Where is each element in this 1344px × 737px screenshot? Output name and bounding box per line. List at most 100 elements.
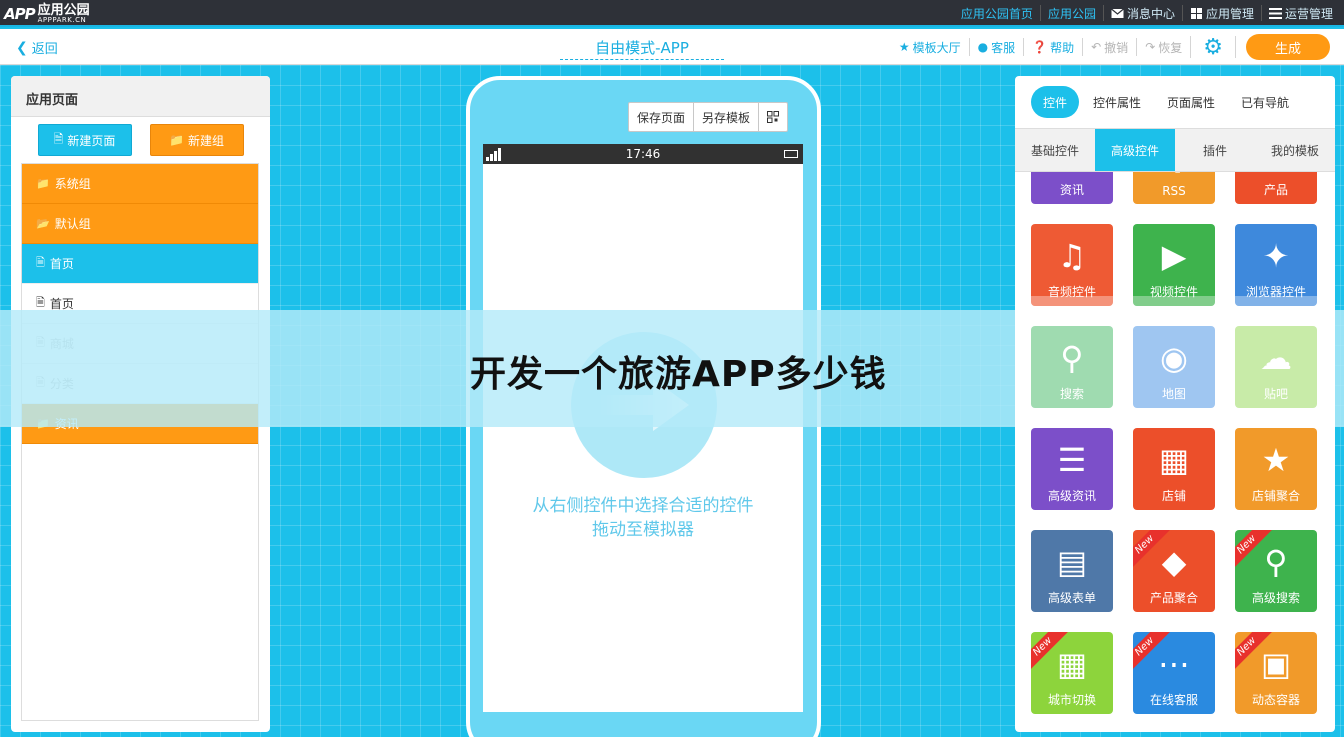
- control-tile[interactable]: ❬ RSS: [1133, 172, 1215, 204]
- undo-label: 撤销: [1104, 40, 1129, 55]
- control-tile[interactable]: ⚲ 搜索: [1031, 326, 1113, 408]
- banner-title: 开发一个旅游APP多少钱: [470, 354, 887, 395]
- subtab-plugins[interactable]: 插件: [1175, 129, 1255, 171]
- link-apppark[interactable]: 应用公园: [1039, 5, 1103, 21]
- file-icon: 🗎: [53, 131, 64, 146]
- control-tile[interactable]: ☰ 资讯: [1031, 172, 1113, 204]
- control-tile[interactable]: ✦ 浏览器控件: [1235, 224, 1317, 306]
- chevron-left-icon: ❮: [16, 39, 28, 56]
- link-operations[interactable]: 运营管理: [1260, 5, 1340, 21]
- control-tile[interactable]: ▦ 店铺: [1133, 428, 1215, 510]
- undo-icon: ↶: [1091, 40, 1102, 54]
- template-hall-button[interactable]: ★ 模板大厅: [891, 38, 969, 56]
- new-page-label: 新建页面: [67, 133, 116, 148]
- control-tile-label: 高级资讯: [1047, 489, 1096, 503]
- control-tile[interactable]: ⚲ 高级搜索 New: [1235, 530, 1317, 612]
- status-time: 17:46: [625, 147, 661, 161]
- folder-icon: 📁: [36, 177, 50, 190]
- map-pin-icon: ◉: [1160, 339, 1188, 377]
- tab-existing-navigation[interactable]: 已有导航: [1229, 86, 1301, 118]
- tab-controls[interactable]: 控件: [1031, 86, 1080, 118]
- link-app-manage[interactable]: 应用管理: [1181, 5, 1261, 21]
- save-template-button[interactable]: 另存模板: [693, 103, 758, 131]
- panel-title: 应用页面: [11, 76, 270, 117]
- control-tile-label: 在线客服: [1149, 693, 1198, 707]
- link-messages-label: 消息中心: [1126, 6, 1175, 21]
- control-tile[interactable]: ◉ 地图: [1133, 326, 1215, 408]
- control-tile-label: 店铺: [1161, 489, 1186, 503]
- control-tile[interactable]: ○ 产品: [1235, 172, 1317, 204]
- qr-code-icon[interactable]: [758, 103, 787, 131]
- star-icon: ★: [898, 40, 910, 54]
- redo-button[interactable]: ↷ 恢复: [1136, 38, 1190, 56]
- list-icon: [1268, 7, 1282, 19]
- folder-open-icon: 📂: [36, 217, 50, 230]
- controls-panel: 控件 控件属性 页面属性 已有导航 基础控件 高级控件 插件 我的模板 ☰ 资讯 ❬…: [1015, 76, 1335, 732]
- control-tile[interactable]: ☁ 贴吧: [1235, 326, 1317, 408]
- phone-screen[interactable]: 17:46 从右侧控件中选择合适的控件 拖动至模拟器: [483, 144, 803, 712]
- apps-grid-icon: [1190, 7, 1202, 19]
- hint-line-2: 拖动至模拟器: [592, 520, 694, 540]
- settings-gear-icon[interactable]: ⚙: [1190, 35, 1236, 60]
- control-tile-label: 资讯: [1059, 183, 1084, 197]
- control-tile-label: 产品: [1263, 183, 1288, 197]
- undo-button[interactable]: ↶ 撤销: [1082, 38, 1136, 56]
- generate-button[interactable]: 生成: [1246, 34, 1330, 60]
- subtab-advanced-controls[interactable]: 高级控件: [1095, 129, 1175, 171]
- user-icon: ●: [977, 40, 989, 54]
- subtab-my-templates[interactable]: 我的模板: [1255, 129, 1335, 171]
- control-tile[interactable]: ⋯ 在线客服 New: [1133, 632, 1215, 714]
- control-tile-label: 城市切换: [1047, 693, 1096, 707]
- new-group-button[interactable]: 📁 新建组: [149, 124, 244, 156]
- link-messages[interactable]: 消息中心: [1102, 5, 1182, 21]
- folder-icon: 📁: [169, 133, 184, 147]
- control-tile[interactable]: ▦ 城市切换 New: [1031, 632, 1113, 714]
- question-icon: ❓: [1032, 40, 1048, 54]
- control-tile[interactable]: ▤ 高级表单: [1031, 530, 1113, 612]
- help-label: 帮助: [1050, 40, 1075, 55]
- list-item-label: 系统组: [54, 177, 91, 191]
- store-icon: ▦: [1158, 441, 1190, 479]
- search-icon: ⚲: [1060, 339, 1084, 377]
- page-item-home-selected[interactable]: 🗎 首页: [22, 244, 258, 284]
- tile-shade: [1133, 296, 1215, 306]
- control-tile[interactable]: ♫ 音频控件: [1031, 224, 1113, 306]
- save-page-button[interactable]: 保存页面: [629, 103, 693, 131]
- status-bar: 17:46: [483, 144, 803, 164]
- back-button[interactable]: ❮ 返回: [16, 38, 58, 58]
- tab-page-properties[interactable]: 页面属性: [1155, 86, 1227, 118]
- music-icon: ♫: [1057, 237, 1087, 275]
- template-hall-label: 模板大厅: [912, 40, 961, 55]
- hint-line-1: 从右侧控件中选择合适的控件: [532, 496, 754, 516]
- list-icon: ☰: [1031, 172, 1113, 174]
- control-tile-label: 产品聚合: [1149, 591, 1198, 605]
- control-tile[interactable]: ★ 店铺聚合: [1235, 428, 1317, 510]
- control-tile[interactable]: ☰ 高级资讯: [1031, 428, 1113, 510]
- page-title[interactable]: 自由模式-APP: [560, 37, 724, 60]
- customer-service-button[interactable]: ● 客服: [968, 38, 1024, 56]
- logo-mark: APP: [4, 5, 36, 23]
- tile-shade: [1031, 296, 1113, 306]
- group-item-system[interactable]: 📁 系统组: [22, 164, 258, 204]
- subtab-basic-controls[interactable]: 基础控件: [1015, 129, 1095, 171]
- redo-icon: ↷: [1145, 40, 1156, 54]
- play-icon: ▶: [1161, 237, 1187, 275]
- control-tile[interactable]: ◆ 产品聚合 New: [1133, 530, 1215, 612]
- app-logo[interactable]: APP 应用公园 APPPARK.CN: [4, 2, 90, 26]
- control-tile-label: 贴吧: [1263, 387, 1288, 401]
- help-button[interactable]: ❓ 帮助: [1023, 38, 1082, 56]
- control-tile[interactable]: ▣ 动态容器 New: [1235, 632, 1317, 714]
- new-page-button[interactable]: 🗎 新建页面: [37, 124, 132, 156]
- form-icon: ▤: [1056, 543, 1088, 581]
- battery-icon: [784, 150, 798, 158]
- control-tile-label: 动态容器: [1251, 693, 1300, 707]
- list-item-label: 默认组: [54, 217, 91, 231]
- control-tile-grid: ☰ 资讯 ❬ RSS ○ 产品 ♫音频控件▶视频控件✦浏览器控件 ⚲ 搜索 ◉ 地图 ☁ 贴吧 ☰ 高级资讯…: [1031, 172, 1321, 732]
- tab-control-properties[interactable]: 控件属性: [1081, 86, 1153, 118]
- group-item-default[interactable]: 📂 默认组: [22, 204, 258, 244]
- list-item-label: 首页: [49, 257, 74, 271]
- link-home[interactable]: 应用公园首页: [954, 5, 1040, 21]
- control-tile-label: 高级表单: [1047, 591, 1096, 605]
- link-operations-label: 运营管理: [1284, 6, 1333, 21]
- control-tile[interactable]: ▶ 视频控件: [1133, 224, 1215, 306]
